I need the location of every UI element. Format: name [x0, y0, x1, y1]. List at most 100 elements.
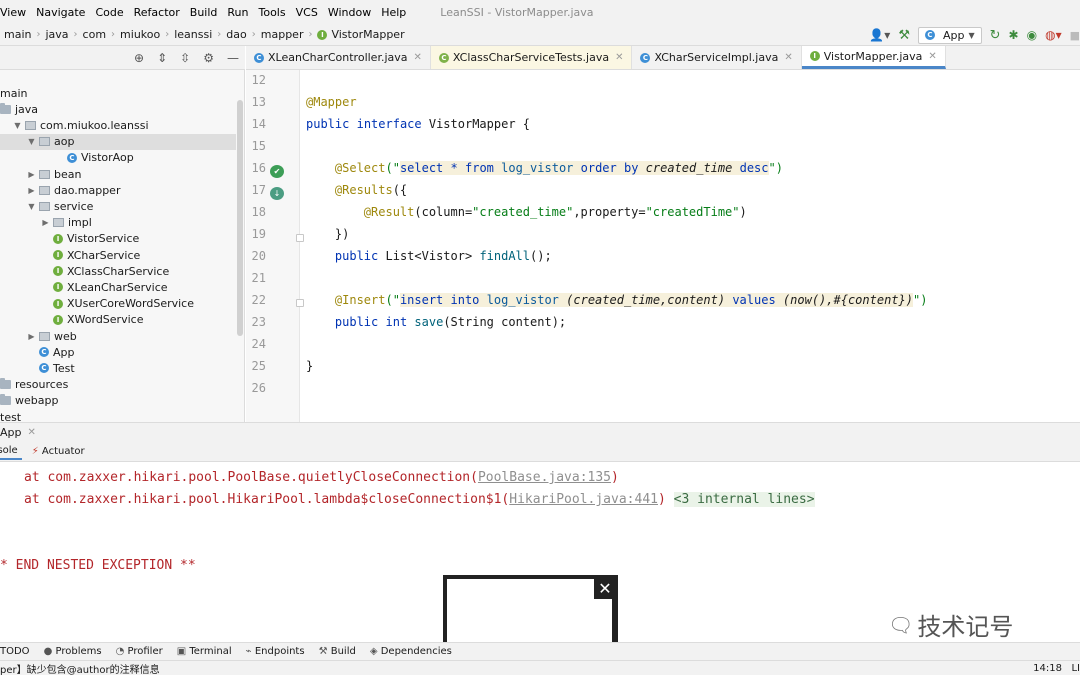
package-icon [39, 169, 50, 179]
tree-item-webapp[interactable]: ▶webapp [0, 393, 236, 409]
run-panel-title[interactable]: App [0, 426, 22, 439]
tree-item-web[interactable]: ▶ web [0, 328, 236, 344]
chevron-right-icon: › [251, 29, 256, 40]
tab-console[interactable]: Console [0, 443, 22, 460]
tree-item-resources[interactable]: ▶resources [0, 377, 236, 393]
tree-item-label: Test [53, 361, 75, 375]
tree-item-aop[interactable]: ▼ aop [0, 133, 236, 150]
menu-view[interactable]: View [0, 6, 26, 19]
interface-icon: I [53, 314, 63, 325]
fold-marker-icon[interactable] [296, 234, 304, 242]
menu-code[interactable]: Code [95, 6, 123, 19]
menu-build[interactable]: Build [190, 6, 218, 19]
chevron-down-icon[interactable]: ▼ [26, 137, 37, 146]
implementation-gutter-icon[interactable]: ↓ [270, 187, 284, 200]
tab-actuator[interactable]: ⚡ Actuator [32, 446, 85, 457]
fold-marker-icon[interactable] [296, 299, 304, 307]
hide-icon[interactable]: — [227, 51, 239, 65]
keyword-token: public [334, 249, 379, 263]
gear-icon[interactable]: ⚙ [203, 51, 214, 65]
line-number: 20 [251, 249, 266, 263]
hammer-icon[interactable]: ⚒ [898, 28, 910, 43]
chevron-right-icon[interactable]: ▶ [26, 186, 37, 195]
tree-item-test[interactable]: ▶test [0, 409, 236, 423]
debug-icon[interactable]: ✱ [1009, 28, 1019, 42]
tool-profiler[interactable]: ◔ Profiler [116, 646, 163, 657]
close-icon[interactable]: ✕ [594, 577, 616, 599]
tree-item-impl[interactable]: ▶ impl [0, 215, 236, 231]
tree-item-xusercorewordservice[interactable]: ▶IXUserCoreWordService [0, 296, 236, 312]
menu-window[interactable]: Window [328, 6, 371, 19]
tab-xleancharcontroller[interactable]: C XLeanCharController.java ✕ [246, 46, 431, 69]
internal-lines-fold[interactable]: <3 internal lines> [673, 492, 815, 507]
close-icon[interactable]: ✕ [928, 51, 936, 62]
breadcrumb-item[interactable]: leanssi [174, 28, 212, 41]
tab-xclasscharservicetests[interactable]: C XClassCharServiceTests.java ✕ [430, 46, 633, 69]
expand-icon[interactable]: ⇳ [180, 51, 190, 65]
stop-icon[interactable]: ■ [1070, 29, 1080, 42]
tree-item-xleancharservice[interactable]: ▶IXLeanCharService [0, 279, 236, 295]
breadcrumb-item[interactable]: java [45, 28, 68, 41]
breadcrumb-item[interactable]: mapper [261, 28, 304, 41]
tool-dependencies[interactable]: ◈ Dependencies [370, 646, 452, 657]
tree-item-label: XUserCoreWordService [67, 297, 194, 311]
tool-todo[interactable]: TODO [0, 646, 30, 657]
line-separator[interactable]: LI [1071, 663, 1080, 674]
code-editor[interactable]: @Mapper public interface VistorMapper { … [306, 70, 1080, 422]
line-number: 25 [251, 359, 266, 373]
close-icon[interactable]: ✕ [784, 52, 792, 63]
tree-item-java[interactable]: ▶java [0, 101, 236, 117]
tree-scrollbar[interactable] [237, 100, 243, 336]
tree-item-com-miukoo-leanssi[interactable]: ▼ com.miukoo.leanssi [0, 117, 236, 133]
tree-item-main[interactable]: ▶main [0, 85, 236, 101]
menu-refactor[interactable]: Refactor [134, 6, 180, 19]
mapper-gutter-icon[interactable]: ✔ [270, 165, 284, 178]
tree-item-app[interactable]: ▶CApp [0, 344, 236, 360]
breadcrumb-item[interactable]: VistorMapper [331, 28, 404, 41]
breadcrumb-item[interactable]: dao [226, 28, 246, 41]
menu-run[interactable]: Run [227, 6, 248, 19]
tree-item-test[interactable]: ▶CTest [0, 360, 236, 376]
tree-item-vistorservice[interactable]: ▶IVistorService [0, 231, 236, 247]
profiler-icon[interactable]: ◍▾ [1045, 28, 1062, 42]
menu-vcs[interactable]: VCS [296, 6, 318, 19]
run-config-select[interactable]: C App ▼ [917, 26, 982, 44]
collapse-icon[interactable]: ⇕ [157, 51, 167, 65]
close-icon[interactable]: ✕ [28, 427, 36, 438]
tree-item-xwordservice[interactable]: ▶IXWordService [0, 312, 236, 328]
method-token: save [414, 315, 444, 329]
chevron-right-icon[interactable]: ▶ [26, 170, 37, 179]
source-link[interactable]: PoolBase.java:135 [478, 470, 611, 485]
tool-endpoints[interactable]: ⌁ Endpoints [246, 646, 305, 657]
close-icon[interactable]: ✕ [615, 52, 623, 63]
menu-help[interactable]: Help [381, 6, 406, 19]
tool-build[interactable]: ⚒ Build [319, 646, 356, 657]
user-icon[interactable]: 👤▾ [869, 28, 890, 42]
tree-item-dao-mapper[interactable]: ▶ dao.mapper [0, 182, 236, 198]
breadcrumb-item[interactable]: miukoo [120, 28, 160, 41]
source-link[interactable]: HikariPool.java:441 [509, 492, 658, 507]
tree-item-bean[interactable]: ▶ bean [0, 166, 236, 182]
chevron-right-icon[interactable]: ▶ [40, 218, 51, 227]
tree-item-service[interactable]: ▼ service [0, 198, 236, 214]
close-icon[interactable]: ✕ [414, 52, 422, 63]
chevron-down-icon[interactable]: ▼ [12, 121, 23, 130]
tab-vistormapper[interactable]: I VistorMapper.java ✕ [801, 46, 946, 69]
tree-item-xclasscharservice[interactable]: ▶IXClassCharService [0, 263, 236, 279]
keyword-token: public [306, 117, 350, 131]
rerun-icon[interactable]: ↻ [990, 28, 1001, 43]
coverage-icon[interactable]: ◉ [1027, 28, 1037, 42]
menu-tools[interactable]: Tools [259, 6, 286, 19]
locate-icon[interactable]: ⊕ [134, 51, 144, 65]
tool-problems[interactable]: ● Problems [44, 646, 102, 657]
chevron-right-icon[interactable]: ▶ [26, 332, 37, 341]
chevron-down-icon[interactable]: ▼ [26, 202, 37, 211]
code-line-23: public int save(String content); [306, 311, 566, 333]
tool-terminal[interactable]: ▣ Terminal [177, 646, 232, 657]
breadcrumb-item[interactable]: main [4, 28, 31, 41]
menu-navigate[interactable]: Navigate [36, 6, 85, 19]
tree-item-xcharservice[interactable]: ▶IXCharService [0, 247, 236, 263]
tab-xcharserviceimpl[interactable]: C XCharServiceImpl.java ✕ [632, 46, 802, 69]
breadcrumb-item[interactable]: com [83, 28, 107, 41]
tree-item-vistoraop[interactable]: ▶CVistorAop [0, 150, 236, 166]
